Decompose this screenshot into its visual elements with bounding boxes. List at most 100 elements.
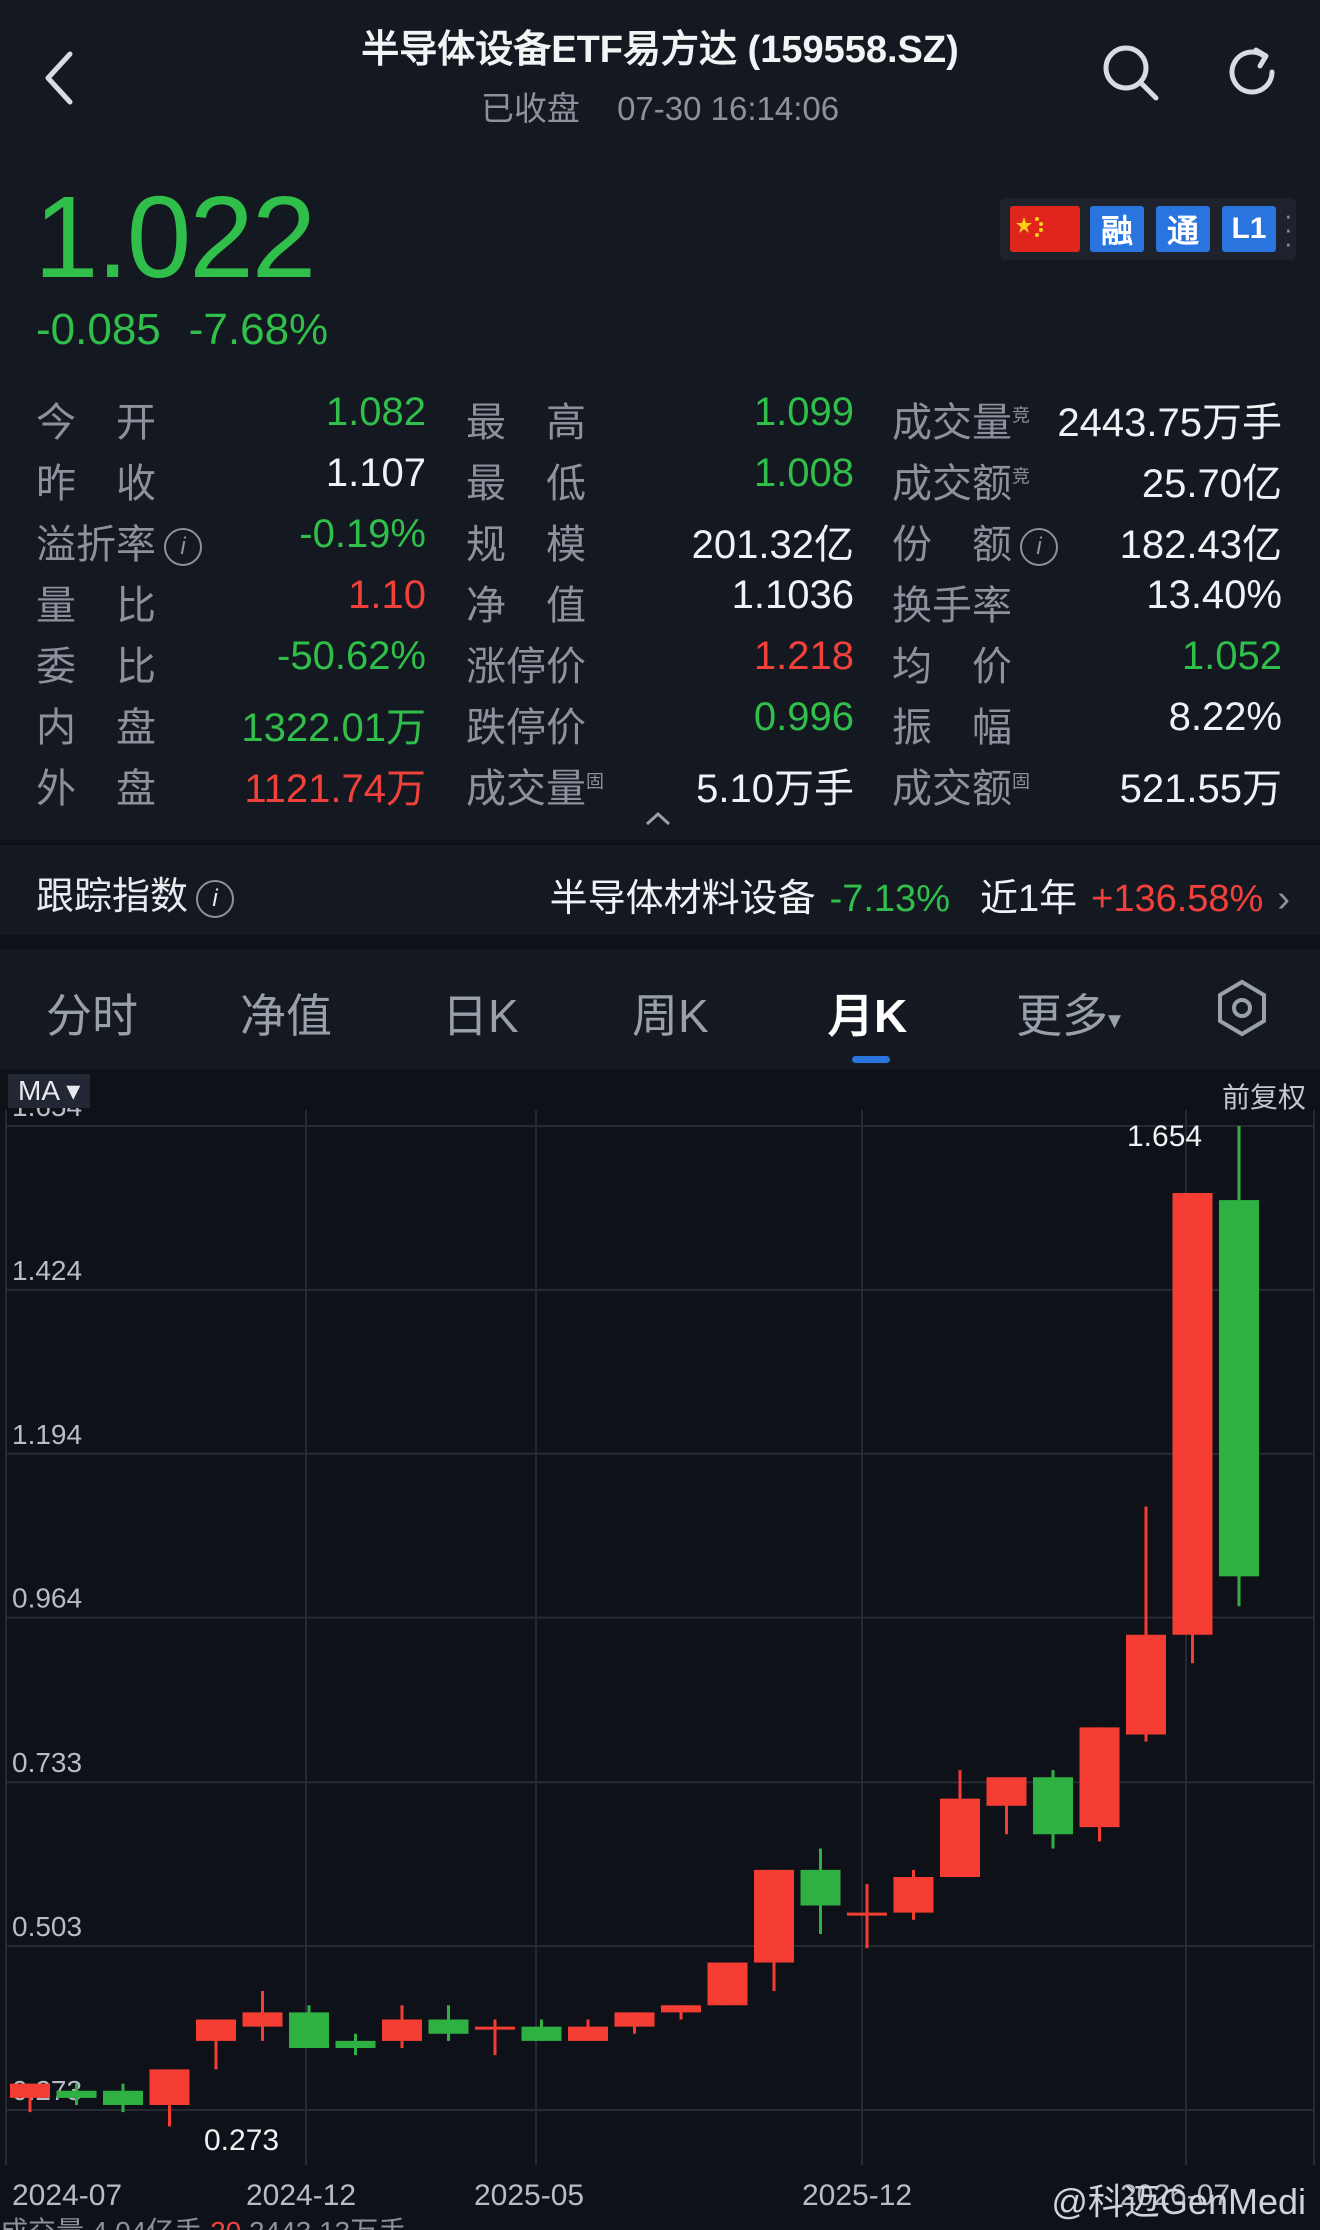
candle-body[interactable] bbox=[1033, 1777, 1073, 1835]
ma-label: MA bbox=[18, 1075, 59, 1106]
stat-label-text: 成交量 bbox=[466, 767, 586, 811]
candle-body[interactable] bbox=[242, 2012, 283, 2027]
stat-value: 521.55万 bbox=[1119, 767, 1282, 811]
candle-body[interactable] bbox=[893, 1877, 934, 1913]
ma-selector[interactable]: MA ▾ bbox=[8, 1074, 91, 1108]
stat-value: 1.218 bbox=[753, 634, 854, 678]
stat-cell: 规 模 201.32亿 bbox=[466, 512, 854, 572]
stat-cell: 净 值 1.1036 bbox=[466, 573, 854, 633]
info-icon[interactable]: i bbox=[164, 528, 202, 567]
quote-panel: 1.022 -0.085 -7.68% 融 通 L1 · · · 今 开 1.082 昨 … bbox=[0, 140, 1320, 840]
volume-ma-value: 2443.13万手 bbox=[249, 2216, 406, 2230]
stat-label-text: 今 开 bbox=[36, 401, 156, 445]
stat-value: -0.19% bbox=[299, 512, 426, 556]
candle-body[interactable] bbox=[103, 2090, 143, 2106]
stat-label-text: 跌停价 bbox=[466, 706, 586, 750]
candle-body[interactable] bbox=[335, 2040, 376, 2049]
collapse-chevron-icon[interactable] bbox=[645, 812, 671, 826]
stat-cell: 均 价 1.052 bbox=[892, 634, 1282, 694]
stat-label: 跌停价 bbox=[466, 695, 586, 753]
candle-body[interactable] bbox=[289, 2012, 329, 2049]
stat-label: 成交量固 bbox=[466, 756, 604, 814]
stat-label: 今 开 bbox=[36, 390, 156, 448]
active-tab-indicator bbox=[852, 1056, 890, 1063]
stat-cell: 成交额竞 25.70亿 bbox=[892, 451, 1282, 511]
stat-label: 份 额i bbox=[892, 512, 1058, 570]
tab-daily-k[interactable]: 日K bbox=[442, 980, 519, 1046]
stat-superscript: 固 bbox=[1012, 771, 1030, 792]
tab-more-label: 更多 bbox=[1016, 990, 1108, 1042]
stat-value: 8.22% bbox=[1168, 695, 1282, 739]
stat-cell: 振 幅 8.22% bbox=[892, 695, 1282, 755]
candle-body[interactable] bbox=[428, 2019, 469, 2034]
candle-body[interactable] bbox=[847, 1912, 887, 1916]
candle-body[interactable] bbox=[707, 1962, 748, 2006]
candle-body[interactable] bbox=[149, 2069, 190, 2106]
info-icon[interactable]: i bbox=[196, 879, 235, 918]
volume-value: 4.04亿手 bbox=[92, 2216, 203, 2230]
kline-chart-panel: 1.6541.4241.1940.9640.7330.5030.2731.654… bbox=[0, 1070, 1320, 2230]
x-tick-label: 2024-12 bbox=[246, 2179, 356, 2210]
nav-header: 半导体设备ETF易方达 (159558.SZ) 已收盘 07-30 16:14:… bbox=[0, 0, 1320, 140]
tab-monthly-k[interactable]: 月K bbox=[828, 980, 907, 1046]
candle-body[interactable] bbox=[568, 2026, 608, 2041]
candle-body[interactable] bbox=[614, 2012, 655, 2027]
stat-label-text: 成交额 bbox=[892, 767, 1012, 811]
chevron-right-icon: › bbox=[1277, 878, 1290, 920]
candle-body[interactable] bbox=[940, 1798, 980, 1878]
stat-label: 规 模 bbox=[466, 512, 586, 570]
search-icon[interactable] bbox=[1098, 40, 1162, 104]
stat-cell: 最 高 1.099 bbox=[466, 390, 854, 450]
tab-nav[interactable]: 净值 bbox=[240, 980, 332, 1046]
level-badge[interactable]: L1 bbox=[1222, 206, 1276, 252]
candle-body[interactable] bbox=[754, 1869, 794, 1963]
stat-cell: 成交额固 521.55万 bbox=[892, 756, 1282, 816]
stat-label: 量 比 bbox=[36, 573, 156, 631]
change-amount: -0.085 bbox=[36, 305, 161, 354]
watermark: @科迈GenMedi bbox=[1051, 2181, 1306, 2222]
stat-label-text: 外 盘 bbox=[36, 767, 156, 811]
candle-body[interactable] bbox=[56, 2090, 97, 2098]
stat-label: 最 低 bbox=[466, 451, 586, 509]
stat-label: 换手率 bbox=[892, 573, 1012, 631]
candle-body[interactable] bbox=[800, 1869, 841, 1906]
period-label: 近1年 bbox=[979, 878, 1078, 920]
x-tick-label: 2025-05 bbox=[474, 2179, 584, 2210]
price-change: -0.085 -7.68% bbox=[36, 305, 356, 355]
margin-badge[interactable]: 融 bbox=[1090, 206, 1144, 252]
candle-body[interactable] bbox=[1172, 1192, 1213, 1635]
candle-body[interactable] bbox=[1126, 1634, 1166, 1735]
candle-body[interactable] bbox=[10, 2083, 50, 2098]
stat-label-text: 成交量 bbox=[892, 401, 1012, 445]
stat-label: 振 幅 bbox=[892, 695, 1012, 753]
candle-body[interactable] bbox=[1219, 1200, 1259, 1577]
stat-superscript: 竞 bbox=[1012, 405, 1030, 426]
candle-body[interactable] bbox=[986, 1777, 1027, 1806]
candle-body[interactable] bbox=[521, 2026, 562, 2041]
tab-weekly-k[interactable]: 周K bbox=[632, 980, 709, 1046]
connect-badge[interactable]: 通 bbox=[1156, 206, 1210, 252]
refresh-icon[interactable] bbox=[1220, 40, 1284, 104]
tab-more[interactable]: 更多▾ bbox=[1016, 980, 1121, 1046]
candle-body[interactable] bbox=[661, 2005, 701, 2013]
candle-body[interactable] bbox=[475, 2026, 515, 2030]
tracking-index-row[interactable]: 跟踪指数 i 半导体材料设备 -7.13% 近1年 +136.58% › bbox=[0, 843, 1320, 935]
settings-hexagon-icon[interactable] bbox=[1216, 978, 1268, 1038]
stat-label-text: 量 比 bbox=[36, 584, 156, 628]
stat-label: 成交额固 bbox=[892, 756, 1030, 814]
adjust-mode[interactable]: 前复权 bbox=[1222, 1076, 1306, 1116]
tab-intraday[interactable]: 分时 bbox=[46, 980, 138, 1046]
stat-cell: 量 比 1.10 bbox=[36, 573, 426, 633]
stat-label-text: 净 值 bbox=[466, 584, 586, 628]
candle-body[interactable] bbox=[382, 2019, 422, 2041]
candle-body[interactable] bbox=[196, 2019, 236, 2041]
info-icon[interactable]: i bbox=[1020, 528, 1058, 567]
stat-value: 1.10 bbox=[348, 573, 426, 617]
min-price-label: 0.273 bbox=[204, 2124, 279, 2157]
datetime-label: 07-30 16:14:06 bbox=[617, 90, 840, 127]
candle-body[interactable] bbox=[1079, 1727, 1120, 1828]
index-change: -7.13% bbox=[829, 878, 950, 920]
change-percent: -7.68% bbox=[188, 305, 329, 354]
more-dots-icon[interactable]: · · · bbox=[1284, 202, 1293, 256]
kline-chart[interactable]: 1.6541.4241.1940.9640.7330.5030.2731.654… bbox=[0, 1070, 1320, 2210]
